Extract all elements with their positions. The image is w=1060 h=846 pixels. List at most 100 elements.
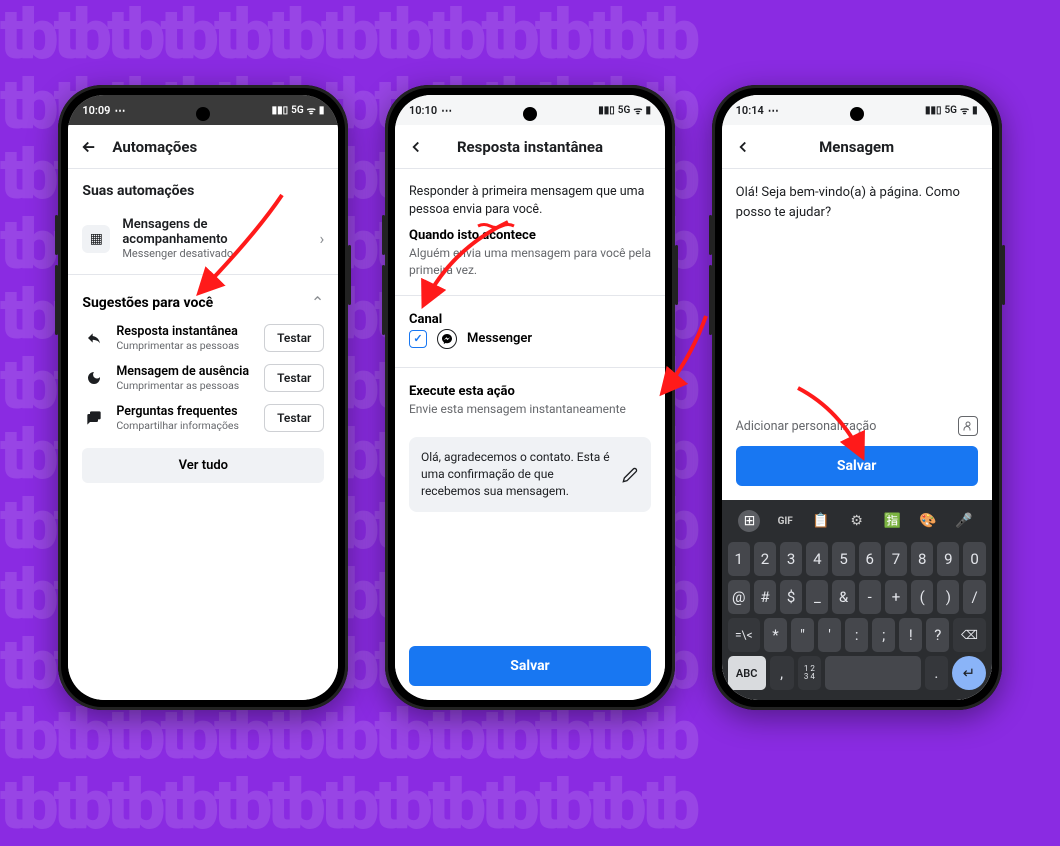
key-colon[interactable]: : <box>845 618 868 652</box>
divider <box>395 367 665 368</box>
key-lparen[interactable]: ( <box>911 580 933 614</box>
kb-gif-icon[interactable]: GIF <box>774 510 796 532</box>
signal-icon: ▮▮▯ <box>925 105 942 116</box>
test-button-1[interactable]: Testar <box>264 324 324 352</box>
kb-row-1: 1 2 3 4 5 6 7 8 9 0 <box>726 540 988 578</box>
row-followup-messages[interactable]: ▦ Mensagens de acompanhamento Messenger … <box>68 207 338 270</box>
save-button[interactable]: Salvar <box>736 446 978 486</box>
key-comma[interactable]: , <box>770 656 794 690</box>
key-numpad[interactable]: 1 2 3 4 <box>798 656 822 690</box>
status-dots: ⋯ <box>441 104 452 117</box>
key-backspace[interactable]: ⌫ <box>953 618 985 652</box>
chevron-up-icon[interactable]: ⌃ <box>311 293 324 312</box>
sugg-sub: Compartilhar informações <box>116 419 254 432</box>
channel-heading: Canal <box>395 300 665 329</box>
channel-messenger-row[interactable]: ✓ Messenger <box>395 329 665 363</box>
kb-grid-icon[interactable]: ⊞ <box>738 510 760 532</box>
key-7[interactable]: 7 <box>885 542 907 576</box>
key-symbols-shift[interactable]: =\< <box>728 618 760 652</box>
kb-mic-icon[interactable]: 🎤 <box>953 510 975 532</box>
key-semicolon[interactable]: ; <box>872 618 895 652</box>
key-excl[interactable]: ! <box>899 618 922 652</box>
key-amp[interactable]: & <box>832 580 854 614</box>
see-all-button[interactable]: Ver tudo <box>82 448 324 483</box>
key-5[interactable]: 5 <box>832 542 854 576</box>
add-personalization-link[interactable]: Adicionar personalização <box>736 419 877 434</box>
messenger-icon <box>437 329 457 349</box>
page-header: Resposta instantânea <box>395 125 665 169</box>
row-subtitle: Messenger desativado <box>122 247 307 260</box>
key-2[interactable]: 2 <box>754 542 776 576</box>
key-space[interactable] <box>825 656 920 690</box>
kb-gear-icon[interactable]: ⚙ <box>846 510 868 532</box>
edit-pencil-icon[interactable] <box>619 464 641 486</box>
key-1[interactable]: 1 <box>728 542 750 576</box>
page-title: Mensagem <box>766 138 948 156</box>
key-hash[interactable]: # <box>754 580 776 614</box>
save-button[interactable]: Salvar <box>409 646 651 686</box>
status-dots: ⋯ <box>114 104 125 117</box>
key-dollar[interactable]: $ <box>780 580 802 614</box>
action-desc: Envie esta mensagem instantaneamente <box>395 401 665 430</box>
status-time: 10:09 <box>82 104 110 117</box>
suggestion-away-message[interactable]: Mensagem de ausência Cumprimentar as pes… <box>68 358 338 398</box>
intro-text: Responder à primeira mensagem que uma pe… <box>395 169 665 228</box>
sugg-title: Resposta instantânea <box>116 324 254 339</box>
back-icon[interactable] <box>407 138 425 156</box>
phone-2: 10:10⋯ ▮▮▯5Gᯤ▮ Resposta instantânea Resp… <box>385 85 675 710</box>
battery-icon: ▮ <box>319 105 325 116</box>
back-icon[interactable] <box>734 138 752 156</box>
message-text-input[interactable]: Olá! Seja bem-vindo(a) à página. Como po… <box>722 169 992 416</box>
key-at[interactable]: @ <box>728 580 750 614</box>
back-icon[interactable] <box>80 138 98 156</box>
key-star[interactable]: * <box>764 618 787 652</box>
content-scroll-2[interactable]: Responder à primeira mensagem que uma pe… <box>395 169 665 700</box>
test-button-3[interactable]: Testar <box>264 404 324 432</box>
soft-keyboard[interactable]: ⊞ GIF 📋 ⚙ 🈯 🎨 🎤 1 2 3 4 5 6 7 8 <box>722 500 992 700</box>
page-header: Automações <box>68 125 338 169</box>
key-plus[interactable]: + <box>885 580 907 614</box>
test-button-2[interactable]: Testar <box>264 364 324 392</box>
key-8[interactable]: 8 <box>911 542 933 576</box>
channel-name: Messenger <box>467 331 532 346</box>
kb-translate-icon[interactable]: 🈯 <box>881 510 903 532</box>
checkbox-checked-icon[interactable]: ✓ <box>409 330 427 348</box>
signal-icon: ▮▮▯ <box>598 105 615 116</box>
content-scroll-1[interactable]: Suas automações ▦ Mensagens de acompanha… <box>68 169 338 700</box>
key-6[interactable]: 6 <box>859 542 881 576</box>
signal-icon: ▮▮▯ <box>272 105 289 116</box>
key-slash[interactable]: / <box>963 580 985 614</box>
key-dquote[interactable]: " <box>791 618 814 652</box>
key-3[interactable]: 3 <box>780 542 802 576</box>
key-minus[interactable]: - <box>859 580 881 614</box>
message-preview-box[interactable]: Olá, agradecemos o contato. Esta é uma c… <box>409 437 651 511</box>
battery-icon: ▮ <box>972 105 978 116</box>
row-title: Mensagens de acompanhamento <box>122 217 307 247</box>
section-your-automations: Suas automações <box>68 169 338 207</box>
key-0[interactable]: 0 <box>963 542 985 576</box>
wifi-icon: ᯤ <box>960 103 969 117</box>
suggestion-instant-reply[interactable]: Resposta instantânea Cumprimentar as pes… <box>68 318 338 358</box>
sugg-title: Mensagem de ausência <box>116 364 254 379</box>
kb-palette-icon[interactable]: 🎨 <box>917 510 939 532</box>
key-period[interactable]: . <box>925 656 949 690</box>
kb-clipboard-icon[interactable]: 📋 <box>810 510 832 532</box>
status-time: 10:10 <box>409 104 437 117</box>
camera-notch <box>196 107 210 121</box>
person-card-icon[interactable] <box>958 416 978 436</box>
key-question[interactable]: ? <box>926 618 949 652</box>
content-3: Olá! Seja bem-vindo(a) à página. Como po… <box>722 169 992 700</box>
key-rparen[interactable]: ) <box>937 580 959 614</box>
suggestion-faq[interactable]: Perguntas frequentes Compartilhar inform… <box>68 398 338 438</box>
key-squote[interactable]: ' <box>818 618 841 652</box>
page-header: Mensagem <box>722 125 992 169</box>
key-9[interactable]: 9 <box>937 542 959 576</box>
key-enter[interactable]: ↵ <box>952 656 985 690</box>
page-title: Automações <box>112 138 326 156</box>
status-time: 10:14 <box>736 104 764 117</box>
key-4[interactable]: 4 <box>806 542 828 576</box>
key-abc[interactable]: ABC <box>728 656 766 690</box>
key-underscore[interactable]: _ <box>806 580 828 614</box>
camera-notch <box>523 107 537 121</box>
when-heading: Quando isto acontece <box>395 228 665 245</box>
